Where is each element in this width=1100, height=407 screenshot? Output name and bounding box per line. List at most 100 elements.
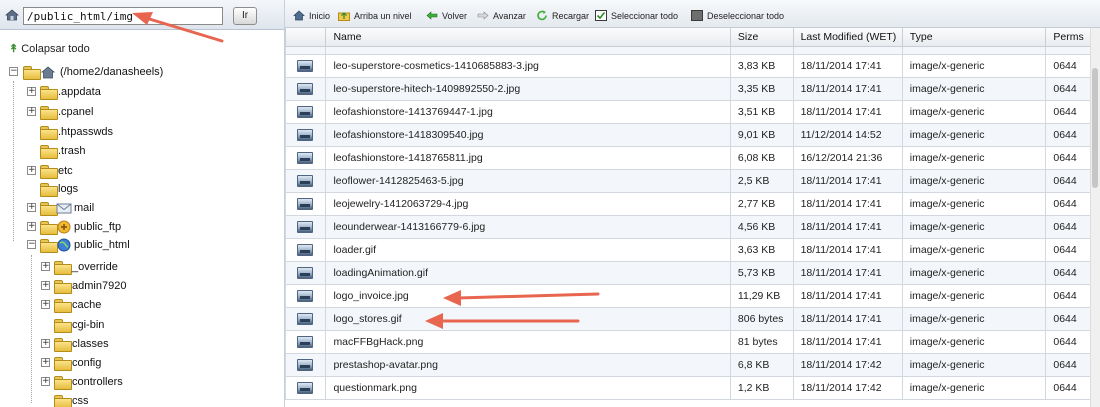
checkbox-checked-icon (595, 10, 607, 21)
toolbar: Inicio Arriba un nivel Volver Avanzar Re… (285, 0, 1100, 28)
file-type-cell: image/x-generic (901, 352, 1047, 377)
column-header-size[interactable]: Size (729, 28, 794, 47)
expand-toggle-icon[interactable]: + (27, 166, 36, 175)
file-size-cell: 81 bytes (729, 329, 794, 354)
back-button[interactable]: Volver (426, 10, 467, 21)
table-row[interactable]: leounderwear-1413166779-6.jpg 4,56 KB 18/1… (285, 214, 1100, 239)
home-icon[interactable] (5, 9, 19, 21)
forward-button[interactable]: Avanzar (477, 10, 526, 21)
icon-cell (285, 214, 327, 239)
tree-item-label: public_html (74, 239, 130, 251)
collapse-toggle-icon[interactable]: − (27, 240, 36, 249)
file-size-cell: 3,63 KB (729, 237, 794, 262)
table-row[interactable]: leoflower-1412825463-5.jpg 2,5 KB 18/11/20… (285, 168, 1100, 193)
expand-toggle-icon[interactable]: + (27, 87, 36, 96)
table-row[interactable]: leofashionstore-1418309540.jpg 9,01 KB 11/… (285, 122, 1100, 147)
tree-item-label: .trash (58, 145, 86, 157)
folder-open-icon (40, 239, 58, 253)
icon-cell (285, 53, 327, 78)
table-row[interactable]: leo-superstore-hitech-1409892550-2.jpg 3,… (285, 76, 1100, 101)
file-type-cell: image/x-generic (901, 260, 1047, 285)
image-file-icon (297, 266, 313, 279)
file-size-cell: 3,83 KB (729, 53, 794, 78)
table-row[interactable]: loadingAnimation.gif 5,73 KB 18/11/2014 17… (285, 260, 1100, 285)
table-row[interactable]: macFFBgHack.png 81 bytes 18/11/2014 17:41 i… (285, 329, 1100, 354)
file-modified-cell: 18/11/2014 17:41 (792, 237, 903, 262)
deselect-all-label: Deseleccionar todo (707, 11, 785, 21)
reload-button[interactable]: Recargar (536, 10, 589, 21)
file-type-cell: image/x-generic (901, 145, 1047, 170)
expand-toggle-icon[interactable]: + (41, 377, 50, 386)
file-modified-cell: 18/11/2014 17:41 (792, 191, 903, 216)
image-file-icon (297, 220, 313, 233)
home-icon (40, 66, 56, 79)
path-input[interactable] (23, 7, 223, 25)
folder-icon (40, 221, 58, 235)
up-level-button[interactable]: Arriba un nivel (338, 10, 412, 21)
table-row[interactable]: leofashionstore-1413769447-1.jpg 3,51 KB 1… (285, 99, 1100, 124)
expand-toggle-icon[interactable]: + (41, 262, 50, 271)
go-button[interactable]: Ir (233, 7, 257, 25)
file-name-cell: leo-superstore-cosmetics-1410685883-3.jp… (325, 53, 731, 78)
expand-toggle-icon[interactable]: + (41, 358, 50, 367)
file-modified-cell: 18/11/2014 17:41 (792, 214, 903, 239)
tree-guide-line (13, 81, 14, 241)
image-file-icon (297, 151, 313, 164)
file-type-cell: image/x-generic (901, 168, 1047, 193)
file-type-cell: image/x-generic (901, 329, 1047, 354)
expand-toggle-icon[interactable]: + (27, 222, 36, 231)
select-all-button[interactable]: Seleccionar todo (595, 10, 678, 21)
file-size-cell: 4,56 KB (729, 214, 794, 239)
table-row[interactable]: loader.gif 3,63 KB 18/11/2014 17:41 image/x… (285, 237, 1100, 262)
collapse-toggle-icon[interactable]: − (9, 67, 18, 76)
folder-icon (54, 395, 72, 407)
table-row[interactable]: logo_invoice.jpg 11,29 KB 18/11/2014 17:41… (285, 283, 1100, 308)
table-row[interactable]: leojewelry-1412063729-4.jpg 2,77 KB 18/11/… (285, 191, 1100, 216)
expand-toggle-icon[interactable]: + (27, 203, 36, 212)
collapse-all-link[interactable]: ↟ Colapsar todo (9, 42, 90, 55)
file-name-cell: logo_invoice.jpg (325, 283, 731, 308)
file-name-cell: leounderwear-1413166779-6.jpg (325, 214, 731, 239)
folder-icon (54, 376, 72, 390)
image-file-icon (297, 174, 313, 187)
icon-cell (285, 76, 327, 101)
file-size-cell: 6,8 KB (729, 352, 794, 377)
file-modified-cell: 18/11/2014 17:41 (792, 306, 903, 331)
select-all-label: Seleccionar todo (611, 11, 679, 21)
folder-icon (54, 280, 72, 294)
table-row[interactable]: questionmark.png 1,2 KB 18/11/2014 17:42 im… (285, 375, 1100, 400)
column-header-type[interactable]: Type (901, 28, 1047, 47)
icon-cell (285, 168, 327, 193)
file-type-cell: image/x-generic (901, 99, 1047, 124)
file-type-cell: image/x-generic (901, 191, 1047, 216)
column-header-modified[interactable]: Last Modified (WET) (792, 28, 903, 47)
ftp-icon (57, 220, 71, 234)
expand-toggle-icon[interactable]: + (41, 281, 50, 290)
deselect-all-button[interactable]: Deseleccionar todo (691, 10, 784, 21)
tree-item-label: css (72, 395, 89, 407)
folder-icon (40, 106, 58, 120)
file-type-cell: image/x-generic (901, 375, 1047, 400)
back-label: Volver (442, 11, 468, 21)
file-rows: leo-superstore-cosmetics-1410685883-3.jp… (285, 45, 1100, 400)
column-header-icon (285, 28, 327, 47)
table-row[interactable]: leo-superstore-cosmetics-1410685883-3.jp… (285, 53, 1100, 78)
column-header-name[interactable]: Name (325, 28, 731, 47)
table-row[interactable]: prestashop-avatar.png 6,8 KB 18/11/2014 17… (285, 352, 1100, 377)
expand-toggle-icon[interactable]: + (41, 300, 50, 309)
icon-cell (285, 122, 327, 147)
home-button[interactable]: Inicio (293, 10, 330, 21)
vertical-scrollbar[interactable] (1090, 28, 1100, 407)
table-row[interactable]: leofashionstore-1418765811.jpg 6,08 KB 16/… (285, 145, 1100, 170)
image-file-icon (297, 335, 313, 348)
forward-label: Avanzar (493, 11, 526, 21)
expand-toggle-icon[interactable]: + (41, 339, 50, 348)
folder-icon (40, 183, 58, 197)
home-icon (293, 10, 305, 21)
icon-cell (285, 45, 327, 55)
expand-toggle-icon[interactable]: + (27, 107, 36, 116)
table-row[interactable]: logo_stores.gif 806 bytes 18/11/2014 17:41… (285, 306, 1100, 331)
scrollbar-thumb[interactable] (1092, 68, 1098, 188)
tree-item-label: logs (58, 183, 79, 195)
file-size-cell: 3,51 KB (729, 99, 794, 124)
